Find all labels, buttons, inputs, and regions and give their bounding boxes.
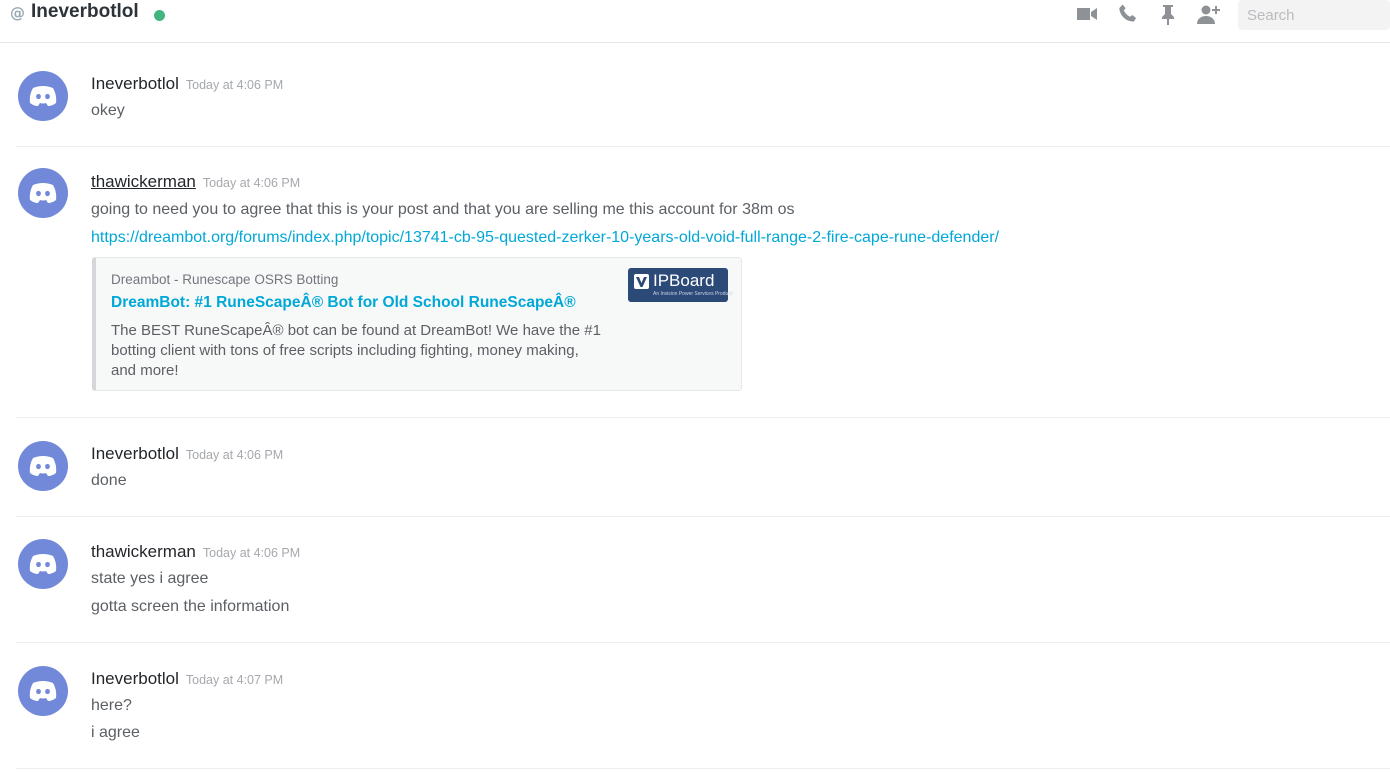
- message-timestamp: Today at 4:06 PM: [202, 546, 301, 560]
- message-timestamp: Today at 4:06 PM: [185, 448, 284, 462]
- author-name[interactable]: Ineverbotlol: [91, 74, 179, 93]
- message-link[interactable]: https://dreambot.org/forums/index.php/to…: [91, 229, 999, 246]
- embed-thumbnail-sublabel: An Invision Power Services Product: [653, 291, 733, 297]
- link-embed: Dreambot - Runescape OSRS Botting DreamB…: [92, 257, 742, 391]
- message-author[interactable]: Ineverbotlol Today at 4:07 PM: [91, 669, 283, 689]
- embed-thumbnail-label: IPBoard: [653, 271, 715, 290]
- message-author[interactable]: thawickerman Today at 4:06 PM: [91, 172, 300, 192]
- avatar[interactable]: [18, 441, 68, 491]
- message-group: thawickerman Today at 4:06 PM going to ne…: [16, 147, 1390, 418]
- message-text: gotta screen the information: [91, 598, 290, 615]
- search-input[interactable]: [1245, 0, 1389, 30]
- add-user-icon[interactable]: [1196, 2, 1220, 26]
- message-text: here?: [91, 697, 132, 714]
- video-camera-icon[interactable]: [1075, 2, 1099, 26]
- pin-icon[interactable]: [1156, 2, 1180, 26]
- phone-call-icon[interactable]: [1116, 2, 1140, 26]
- message-group: Ineverbotlol Today at 4:07 PM here? i agr…: [16, 643, 1390, 769]
- message-author[interactable]: Ineverbotlol Today at 4:06 PM: [91, 74, 283, 94]
- message-text: going to need you to agree that this is …: [91, 201, 795, 218]
- embed-description: The BEST RuneScapeÂ® bot can be found at…: [111, 322, 601, 379]
- dm-at-symbol: @: [10, 4, 25, 22]
- message-author[interactable]: thawickerman Today at 4:06 PM: [91, 542, 300, 562]
- message-link-line: https://dreambot.org/forums/index.php/to…: [91, 229, 999, 247]
- avatar[interactable]: [18, 168, 68, 218]
- embed-thumbnail[interactable]: IPBoard An Invision Power Services Produ…: [628, 268, 732, 302]
- dm-recipient-name[interactable]: Ineverbotlol: [31, 1, 139, 23]
- message-timestamp: Today at 4:07 PM: [185, 673, 284, 687]
- online-status-icon: [154, 10, 165, 21]
- message-timestamp: Today at 4:06 PM: [185, 78, 284, 92]
- search-bar[interactable]: [1238, 0, 1390, 30]
- discord-logo-icon: [29, 554, 57, 574]
- discord-logo-icon: [29, 183, 57, 203]
- message-text: done: [91, 472, 127, 489]
- message-text: okey: [91, 102, 125, 119]
- discord-logo-icon: [29, 456, 57, 476]
- message-text: state yes i agree: [91, 570, 209, 587]
- avatar[interactable]: [18, 666, 68, 716]
- ipboard-logo-icon: [634, 274, 649, 289]
- message-author[interactable]: Ineverbotlol Today at 4:06 PM: [91, 444, 283, 464]
- discord-logo-icon: [29, 681, 57, 701]
- author-name[interactable]: Ineverbotlol: [91, 444, 179, 463]
- embed-provider[interactable]: Dreambot - Runescape OSRS Botting: [111, 272, 338, 287]
- message-timestamp: Today at 4:06 PM: [202, 176, 301, 190]
- message-group: Ineverbotlol Today at 4:06 PM done: [16, 418, 1390, 517]
- author-name[interactable]: thawickerman: [91, 172, 196, 191]
- author-name[interactable]: thawickerman: [91, 542, 196, 561]
- message-group: thawickerman Today at 4:06 PM state yes i…: [16, 517, 1390, 643]
- message-text: i agree: [91, 724, 140, 741]
- message-group: Ineverbotlol Today at 4:06 PM okey: [16, 46, 1390, 147]
- discord-logo-icon: [29, 86, 57, 106]
- author-name[interactable]: Ineverbotlol: [91, 669, 179, 688]
- avatar[interactable]: [18, 539, 68, 589]
- avatar[interactable]: [18, 71, 68, 121]
- embed-title[interactable]: DreamBot: #1 RuneScapeÂ® Bot for Old Sch…: [111, 294, 576, 312]
- channel-header: @ Ineverbotlol: [0, 0, 1390, 43]
